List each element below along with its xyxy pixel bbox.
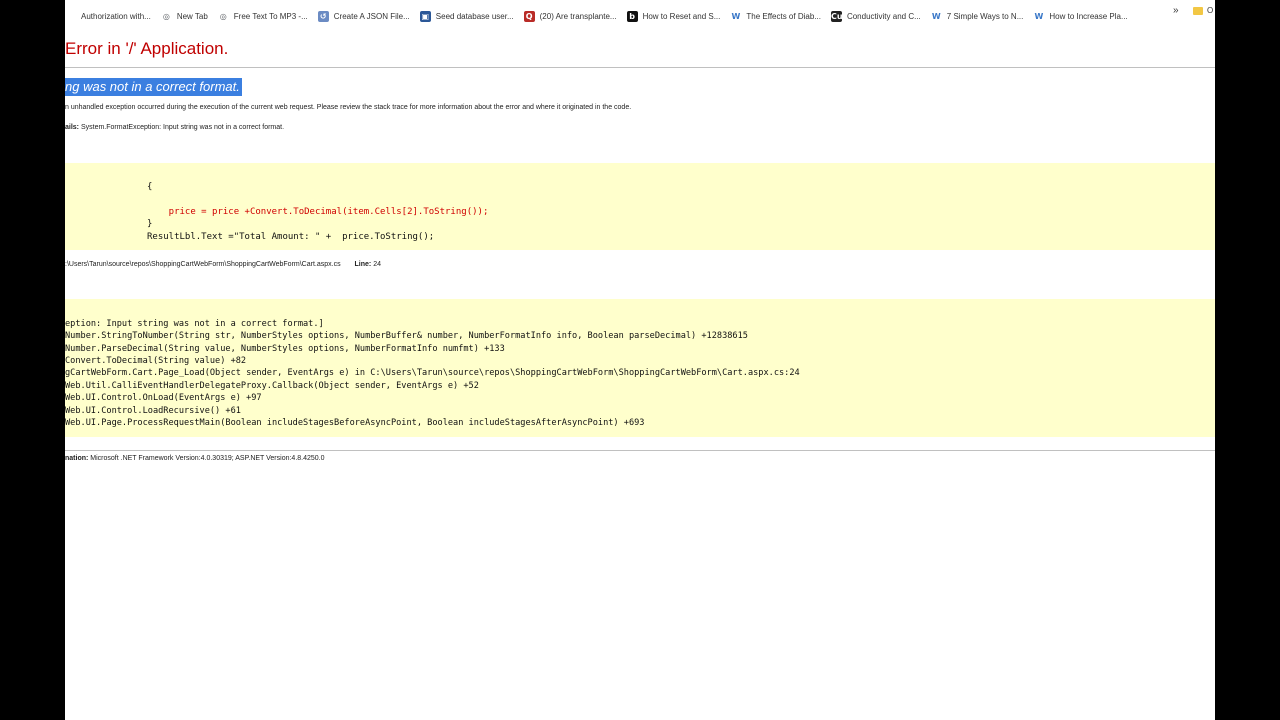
version-label: nation:: [65, 455, 89, 462]
bookmark-folder[interactable]: O: [1193, 6, 1213, 15]
bookmark-item[interactable]: b How to Reset and S...: [626, 7, 721, 25]
divider: [65, 67, 1215, 68]
globe-icon: ◎: [162, 11, 170, 21]
line-label: Line:: [354, 261, 372, 268]
bookmark-label: Free Text To MP3 -...: [233, 11, 308, 21]
bookmark-label: The Effects of Diab...: [746, 11, 821, 21]
document-icon: ↺: [317, 10, 329, 22]
db-icon: ▣: [419, 10, 431, 22]
error-title: Error in '/' Application.: [65, 39, 229, 58]
b-logo-icon: b: [626, 10, 638, 22]
error-subtitle-selected[interactable]: ng was not in a correct format.: [65, 78, 242, 96]
exception-details-text: System.FormatException: Input string was…: [80, 124, 285, 131]
folder-icon: [1193, 6, 1203, 15]
code-line: }: [147, 219, 153, 229]
bookmark-label: Create A JSON File...: [333, 11, 410, 21]
quora-icon: Q: [523, 10, 535, 22]
code-line: ResultLbl.Text ="Total Amount: " + price…: [147, 232, 435, 242]
bookmark-label: Conductivity and C...: [846, 11, 921, 21]
divider: [65, 450, 1215, 451]
source-code-box: { price = price +Convert.ToDecimal(item.…: [65, 163, 1215, 250]
cu-icon: Cu: [830, 10, 843, 22]
stack-trace-box: eption: Input string was not in a correc…: [65, 299, 1215, 437]
bookmarks-overflow-button[interactable]: »: [1173, 5, 1179, 16]
bookmark-label: Authorization with...: [81, 11, 151, 21]
stack-trace-line: Web.UI.Control.OnLoad(EventArgs e) +97: [65, 393, 262, 403]
stack-trace-line: Convert.ToDecimal(String value) +82: [65, 356, 247, 366]
bookmark-folder-label: O: [1207, 6, 1214, 15]
stack-trace-line: Number.StringToNumber(String str, Number…: [65, 331, 748, 341]
ivy-icon: W: [1034, 11, 1044, 21]
globe-icon: ◎: [219, 11, 227, 21]
exception-details-label: ails:: [65, 124, 80, 131]
bookmark-item[interactable]: W 7 Simple Ways to N...: [931, 7, 1024, 25]
bookmark-label: New Tab: [176, 11, 208, 21]
stack-trace-line: Number.ParseDecimal(String value, Number…: [65, 344, 505, 354]
bookmark-label: (20) Are transplante...: [539, 11, 617, 21]
bookmark-item[interactable]: Q (20) Are transplante...: [523, 7, 617, 25]
bookmarks-bar: Authorization with... ◎ New Tab ◎ Free Text …: [65, 5, 1215, 27]
source-file-path: :\Users\Tarun\source\repos\ShoppingCartW…: [65, 261, 341, 268]
version-info: nation: Microsoft .NET Framework Version…: [65, 455, 325, 462]
ivy-icon: W: [931, 11, 941, 21]
bookmark-item[interactable]: W How to Increase Pla...: [1033, 7, 1127, 25]
line-number: 24: [373, 261, 382, 268]
bookmark-item[interactable]: ◎ Free Text To MP3 -...: [218, 7, 308, 25]
bookmark-item[interactable]: ▣ Seed database user...: [419, 7, 514, 25]
bookmark-item[interactable]: Cu Conductivity and C...: [830, 7, 921, 25]
bookmark-label: 7 Simple Ways to N...: [946, 11, 1024, 21]
bookmark-label: Seed database user...: [435, 11, 514, 21]
stack-trace-line: eption: Input string was not in a correc…: [65, 319, 324, 329]
stack-trace-line: gCartWebForm.Cart.Page_Load(Object sende…: [65, 368, 800, 378]
stack-trace-line: Web.UI.Page.ProcessRequestMain(Boolean i…: [65, 418, 645, 428]
code-line-error: price = price +Convert.ToDecimal(item.Ce…: [147, 207, 489, 217]
bookmark-item[interactable]: W The Effects of Diab...: [730, 7, 821, 25]
stack-trace-line: Web.UI.Control.LoadRecursive() +61: [65, 406, 241, 416]
source-file-info: :\Users\Tarun\source\repos\ShoppingCartW…: [65, 261, 381, 268]
bookmark-item[interactable]: Authorization with...: [65, 7, 151, 25]
error-description: n unhandled exception occurred during th…: [65, 104, 632, 111]
code-line: {: [147, 182, 153, 192]
bookmark-label: How to Reset and S...: [642, 11, 721, 21]
ivy-icon: W: [731, 11, 741, 21]
bookmark-item[interactable]: ◎ New Tab: [161, 7, 208, 25]
bookmark-label: How to Increase Pla...: [1049, 11, 1128, 21]
version-text: Microsoft .NET Framework Version:4.0.303…: [90, 455, 325, 462]
stack-trace-line: Web.Util.CalliEventHandlerDelegateProxy.…: [65, 381, 479, 391]
browser-viewport: Authorization with... ◎ New Tab ◎ Free Text …: [65, 0, 1215, 720]
bookmark-item[interactable]: ↺ Create A JSON File...: [317, 7, 410, 25]
exception-details: ails: System.FormatException: Input stri…: [65, 124, 284, 131]
